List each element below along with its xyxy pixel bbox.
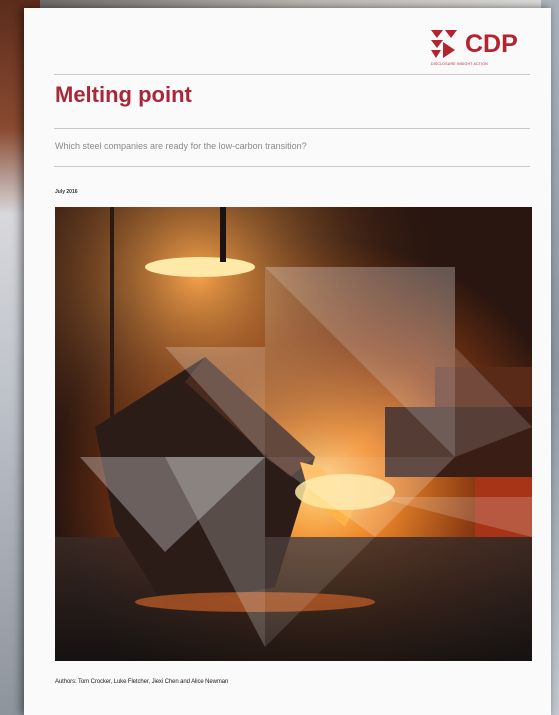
divider-subtitle bbox=[54, 166, 530, 167]
divider-title bbox=[54, 128, 530, 129]
logo-tagline: DISCLOSURE INSIGHT ACTION bbox=[431, 62, 488, 66]
cdp-logo: CDP DISCLOSURE INSIGHT ACTION bbox=[429, 20, 541, 70]
report-subtitle: Which steel companies are ready for the … bbox=[55, 141, 307, 151]
logo-text: CDP bbox=[465, 30, 518, 58]
report-cover-page: CDP DISCLOSURE INSIGHT ACTION Melting po… bbox=[24, 8, 551, 715]
report-title: Melting point bbox=[55, 82, 192, 107]
divider-top bbox=[54, 74, 530, 75]
steel-ladle-photo-icon bbox=[55, 207, 532, 661]
cdp-logo-mark-icon bbox=[431, 30, 457, 58]
cover-photo bbox=[55, 207, 532, 661]
report-date: July 2016 bbox=[55, 189, 78, 195]
report-authors: Authors: Tom Crocker, Luke Fletcher, Jie… bbox=[55, 679, 229, 685]
